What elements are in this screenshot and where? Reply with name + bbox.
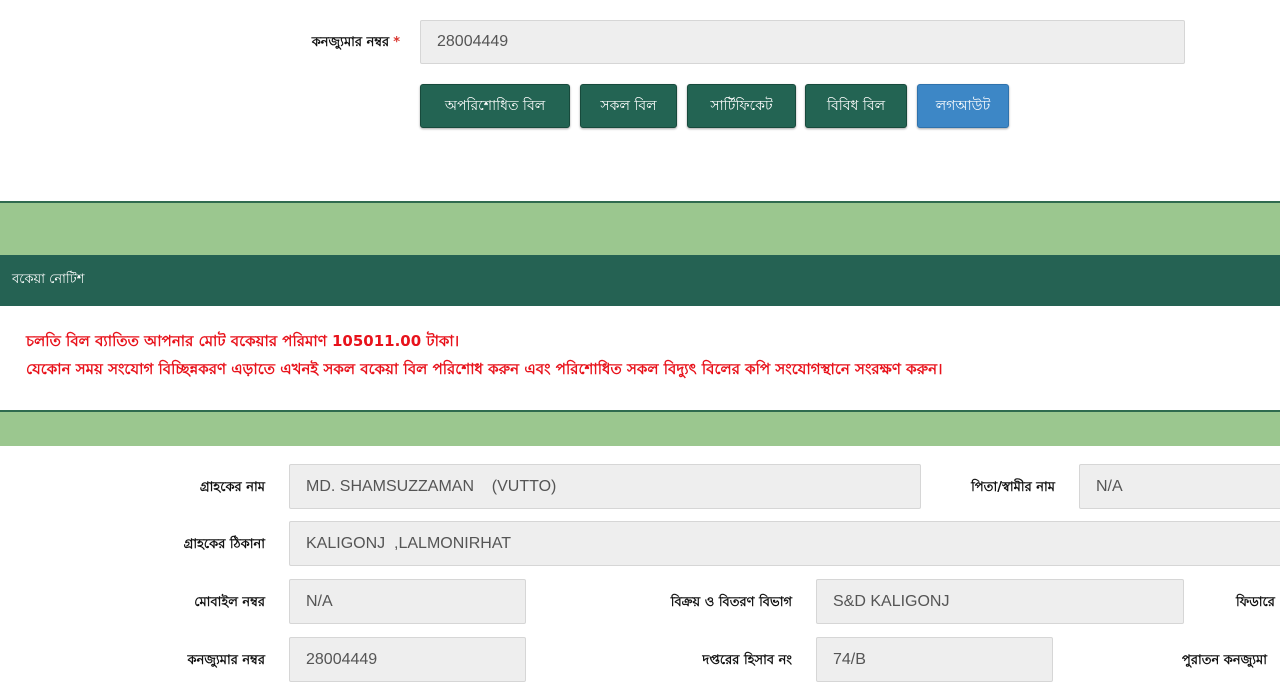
consumer-number-input[interactable]: 28004449	[420, 20, 1185, 64]
logout-button[interactable]: লগআউট	[917, 84, 1009, 128]
certificate-button[interactable]: সার্টিফিকেট	[687, 84, 796, 128]
unpaid-bill-button[interactable]: অপরিশোধিত বিল	[420, 84, 570, 128]
customer-name-field: MD. SHAMSUZZAMAN (VUTTO)	[289, 464, 921, 509]
consumer-number-label: কনজ্যুমার নম্বর *	[311, 35, 400, 50]
required-asterisk: *	[393, 35, 400, 50]
feeder-label: ফিডারে	[1236, 595, 1275, 610]
section-header-band	[0, 201, 1280, 256]
division-label: বিক্রয় ও বিতরণ বিভাগ	[670, 595, 792, 610]
office-account-field: 74/B	[816, 637, 1053, 682]
notice-due-amount-text: চলতি বিল ব্যাতিত আপনার মোট বকেয়ার পরিমা…	[26, 332, 460, 350]
mobile-field: N/A	[289, 579, 526, 624]
notice-body: চলতি বিল ব্যাতিত আপনার মোট বকেয়ার পরিমা…	[0, 306, 1280, 410]
address-label: গ্রাহকের ঠিকানা	[183, 537, 265, 552]
office-account-label: দপ্তরের হিসাব নং	[702, 653, 792, 668]
notice-warning-text: যেকোন সময় সংযোগ বিচ্ছিন্নকরণ এড়াতে এখন…	[26, 360, 943, 378]
father-name-label: পিতা/স্বামীর নাম	[971, 480, 1055, 495]
notice-title-bar: বকেয়া নোটিশ	[0, 255, 1280, 306]
division-field: S&D KALIGONJ	[816, 579, 1184, 624]
customer-name-label: গ্রাহকের নাম	[199, 480, 265, 495]
details-header-band	[0, 410, 1280, 446]
address-field: KALIGONJ ,LALMONIRHAT	[289, 521, 1280, 566]
consumer-number-detail-field: 28004449	[289, 637, 526, 682]
old-consumer-label: পুরাতন কনজ্যুমা	[1182, 653, 1268, 668]
all-bills-button[interactable]: সকল বিল	[580, 84, 677, 128]
notice-title: বকেয়া নোটিশ	[12, 272, 85, 287]
father-name-field: N/A	[1079, 464, 1280, 509]
consumer-number-detail-label: কনজ্যুমার নম্বর	[187, 653, 266, 668]
misc-bill-button[interactable]: বিবিধ বিল	[805, 84, 907, 128]
mobile-label: মোবাইল নম্বর	[194, 595, 265, 610]
